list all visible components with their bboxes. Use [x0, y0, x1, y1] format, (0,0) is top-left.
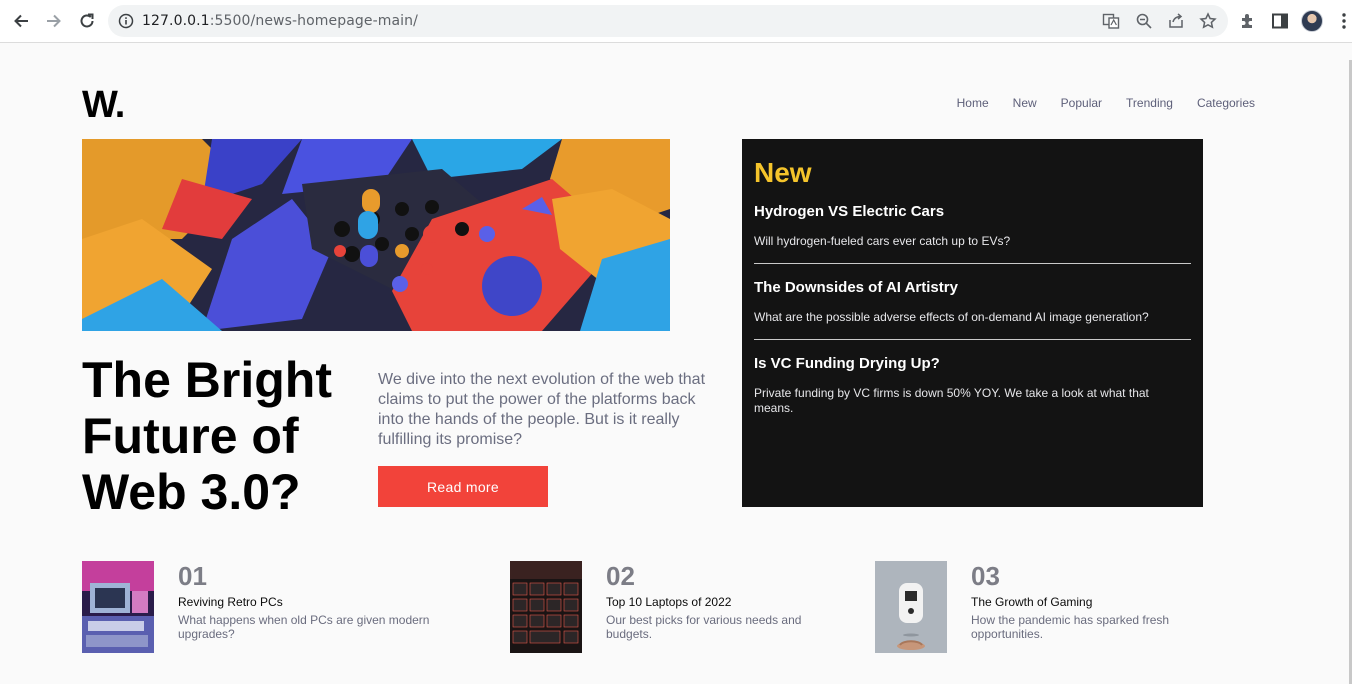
site-nav: Home New Popular Trending Categories — [957, 96, 1255, 110]
article-number: 03 — [971, 561, 1000, 591]
new-item[interactable]: The Downsides of AI Artistry What are th… — [754, 279, 1191, 339]
new-panel: New Hydrogen VS Electric Cars Will hydro… — [742, 139, 1203, 507]
share-icon[interactable] — [1167, 12, 1185, 30]
article-desc: Our best picks for various needs and bud… — [606, 613, 802, 641]
forward-arrow-icon[interactable] — [43, 10, 65, 32]
zoom-icon[interactable] — [1135, 12, 1153, 30]
address-bar[interactable]: 127.0.0.1:5500/news-homepage-main/ — [108, 5, 1228, 37]
translate-icon[interactable] — [1102, 12, 1120, 30]
bookmark-star-icon[interactable] — [1199, 12, 1217, 30]
nav-home[interactable]: Home — [957, 96, 989, 110]
article-card-2[interactable]: 02 Top 10 Laptops of 2022 Our best picks… — [510, 561, 826, 653]
extensions-icon[interactable] — [1238, 11, 1258, 31]
site-info-icon[interactable] — [118, 13, 134, 29]
article-title[interactable]: Top 10 Laptops of 2022 — [606, 595, 826, 610]
article-title[interactable]: The Growth of Gaming — [971, 595, 1191, 610]
article-number: 02 — [606, 561, 635, 591]
browser-toolbar: 127.0.0.1:5500/news-homepage-main/ — [0, 0, 1352, 43]
read-more-button[interactable]: Read more — [378, 466, 548, 507]
article-desc: What happens when old PCs are given mode… — [178, 613, 430, 641]
url-text: 127.0.0.1:5500/news-homepage-main/ — [142, 13, 418, 29]
article-desc: How the pandemic has sparked fresh oppor… — [971, 613, 1170, 641]
new-item-title[interactable]: Is VC Funding Drying Up? — [754, 355, 1191, 373]
new-item[interactable]: Hydrogen VS Electric Cars Will hydrogen-… — [754, 203, 1191, 263]
more-menu-icon[interactable] — [1334, 11, 1352, 31]
hero-headline: The Bright Future of Web 3.0? — [82, 352, 332, 520]
hero-lead: We dive into the next evolution of the w… — [378, 371, 706, 448]
hero-image — [82, 139, 670, 331]
back-arrow-icon[interactable] — [10, 10, 32, 32]
nav-new[interactable]: New — [1013, 96, 1037, 110]
new-item-desc: What are the possible adverse effects of… — [754, 310, 1149, 324]
new-item-desc: Private funding by VC firms is down 50% … — [754, 386, 1149, 415]
new-panel-title: New — [754, 157, 812, 188]
url-host: 127.0.0.1 — [142, 13, 210, 29]
game-controller-image — [875, 561, 947, 653]
nav-popular[interactable]: Popular — [1061, 96, 1102, 110]
new-item-title[interactable]: Hydrogen VS Electric Cars — [754, 203, 1191, 221]
profile-avatar[interactable] — [1301, 10, 1323, 32]
new-item-title[interactable]: The Downsides of AI Artistry — [754, 279, 1191, 297]
article-card-3[interactable]: 03 The Growth of Gaming How the pandemic… — [875, 561, 1191, 653]
retro-pc-image — [82, 561, 154, 653]
divider — [754, 339, 1191, 340]
new-item[interactable]: Is VC Funding Drying Up? Private funding… — [754, 355, 1191, 430]
divider — [754, 263, 1191, 264]
url-path: :5500/news-homepage-main/ — [209, 13, 418, 29]
side-panel-icon[interactable] — [1270, 11, 1290, 31]
site-logo[interactable]: W. — [82, 86, 125, 124]
article-title[interactable]: Reviving Retro PCs — [178, 595, 448, 610]
reload-icon[interactable] — [76, 10, 98, 32]
article-card-1[interactable]: 01 Reviving Retro PCs What happens when … — [82, 561, 448, 653]
nav-categories[interactable]: Categories — [1197, 96, 1255, 110]
nav-trending[interactable]: Trending — [1126, 96, 1173, 110]
laptop-keyboard-image — [510, 561, 582, 653]
new-item-desc: Will hydrogen-fueled cars ever catch up … — [754, 234, 1011, 248]
article-number: 01 — [178, 561, 207, 591]
